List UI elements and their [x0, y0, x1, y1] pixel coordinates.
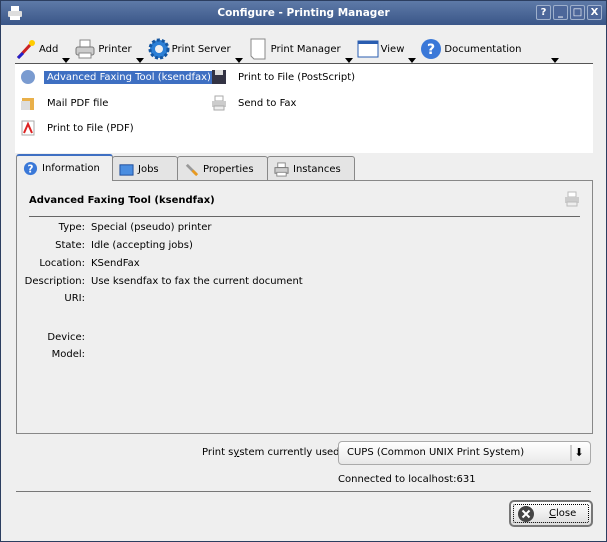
toolbar-print-manager-label: Print Manager — [270, 43, 341, 55]
toolbar-add[interactable]: Add — [15, 35, 72, 63]
minimize-button[interactable]: _ — [553, 5, 568, 20]
toolbar-add-label: Add — [39, 43, 59, 55]
printer-item-label: Advanced Faxing Tool (ksendfax) — [44, 70, 214, 84]
info-key: Model: — [51, 349, 85, 360]
print-system-label: Print system currently used: — [202, 447, 343, 458]
printer-item-label: Mail PDF file — [47, 97, 109, 109]
toolbar-print-server[interactable]: Print Server — [148, 35, 245, 63]
print-system-value: CUPS (Common UNIX Print System) — [347, 447, 525, 458]
fax-printer-icon — [565, 191, 579, 207]
toolbar-printer-label: Printer — [98, 43, 132, 55]
document-icon — [250, 38, 266, 60]
title-bar[interactable]: Configure - Printing Manager ? _ □ X — [1, 1, 606, 25]
toolbar-print-manager[interactable]: Print Manager — [247, 35, 355, 63]
window-title: Configure - Printing Manager — [217, 7, 390, 19]
window: Configure - Printing Manager ? _ □ X Add… — [0, 0, 607, 542]
toolbar-print-server-label: Print Server — [171, 43, 231, 55]
wrench-icon — [185, 163, 199, 176]
divider — [29, 216, 580, 217]
info-row-device: Device: — [17, 332, 91, 343]
printer-item-label: Print to File (PDF) — [47, 122, 134, 134]
help-button[interactable]: ? — [536, 5, 551, 20]
toolbar-view-label: View — [380, 43, 405, 55]
svg-text:?: ? — [427, 42, 435, 58]
tab-jobs[interactable]: Jobs — [112, 156, 178, 181]
pdf-icon — [21, 120, 35, 136]
printer-item-ksendfax[interactable]: Advanced Faxing Tool (ksendfax) — [20, 68, 214, 86]
printer-icon — [75, 39, 95, 59]
printer-item-label: Send to Fax — [238, 97, 297, 109]
info-key: URI: — [64, 293, 85, 304]
folder-icon — [119, 163, 134, 176]
toolbar-view[interactable]: View — [357, 35, 419, 63]
information-panel: Advanced Faxing Tool (ksendfax) Type: Spe… — [16, 180, 593, 434]
info-key: Device: — [47, 332, 85, 343]
info-row-uri: URI: — [17, 293, 91, 304]
info-key: Description: — [24, 276, 85, 287]
toolbar-printer[interactable]: Printer — [74, 35, 145, 63]
printer-icon — [274, 161, 289, 177]
printer-title: Advanced Faxing Tool (ksendfax) — [29, 195, 215, 206]
gear-icon — [148, 38, 170, 60]
toolbar-documentation[interactable]: ? Documentation — [420, 35, 561, 63]
printer-icon — [8, 6, 22, 20]
tab-label: Information — [42, 163, 100, 174]
tab-information[interactable]: ? Information — [16, 154, 113, 181]
close-button[interactable]: Close — [509, 500, 593, 527]
tab-label: Instances — [293, 163, 341, 175]
info-row-model: Model: — [17, 349, 91, 360]
toolbar: Add Printer Print Server Print Manager V… — [15, 34, 563, 64]
help-icon: ? — [23, 161, 38, 175]
maximize-button[interactable]: □ — [570, 5, 585, 20]
printer-item-postscript[interactable]: Print to File (PostScript) — [211, 68, 358, 86]
printer-item-send-to-fax[interactable]: Send to Fax — [211, 94, 299, 112]
info-row-description: Description: Use ksendfax to fax the curr… — [17, 276, 303, 287]
tab-properties[interactable]: Properties — [177, 156, 268, 181]
tab-bar: ? Information Jobs Properties Instances — [16, 154, 355, 181]
mail-pdf-icon — [21, 98, 34, 110]
wand-icon — [16, 40, 35, 60]
tab-instances[interactable]: Instances — [267, 156, 355, 181]
info-value: Idle (accepting jobs) — [91, 240, 193, 251]
dropdown-arrow-icon[interactable]: ⬇ — [570, 445, 586, 461]
info-value: Special (pseudo) printer — [91, 222, 212, 233]
printer-list[interactable]: Advanced Faxing Tool (ksendfax) Print to… — [15, 63, 593, 153]
fax-printer-icon — [212, 95, 226, 111]
window-icon — [357, 40, 379, 58]
connection-status: Connected to localhost:631 — [338, 474, 476, 485]
toolbar-documentation-label: Documentation — [444, 43, 522, 55]
info-value: Use ksendfax to fax the current document — [91, 276, 303, 287]
tab-label: Properties — [203, 163, 254, 175]
help-icon: ? — [421, 39, 442, 59]
print-system-select[interactable]: CUPS (Common UNIX Print System) ⬇ — [338, 441, 591, 465]
info-value: KSendFax — [91, 258, 140, 269]
info-row-location: Location: KSendFax — [17, 258, 140, 269]
tab-label: Jobs — [138, 163, 159, 175]
info-row-type: Type: Special (pseudo) printer — [17, 222, 212, 233]
divider — [16, 491, 591, 492]
floppy-icon — [212, 70, 226, 84]
fax-tool-icon — [21, 70, 35, 84]
close-window-button[interactable]: X — [587, 5, 602, 20]
info-row-state: State: Idle (accepting jobs) — [17, 240, 193, 251]
info-key: Location: — [39, 258, 85, 269]
info-key: Type: — [58, 222, 85, 233]
printer-item-pdf[interactable]: Print to File (PDF) — [20, 119, 137, 137]
printer-item-mail-pdf[interactable]: Mail PDF file — [20, 94, 111, 112]
info-key: State: — [55, 240, 85, 251]
svg-text:?: ? — [28, 163, 34, 175]
printer-item-label: Print to File (PostScript) — [238, 71, 356, 83]
